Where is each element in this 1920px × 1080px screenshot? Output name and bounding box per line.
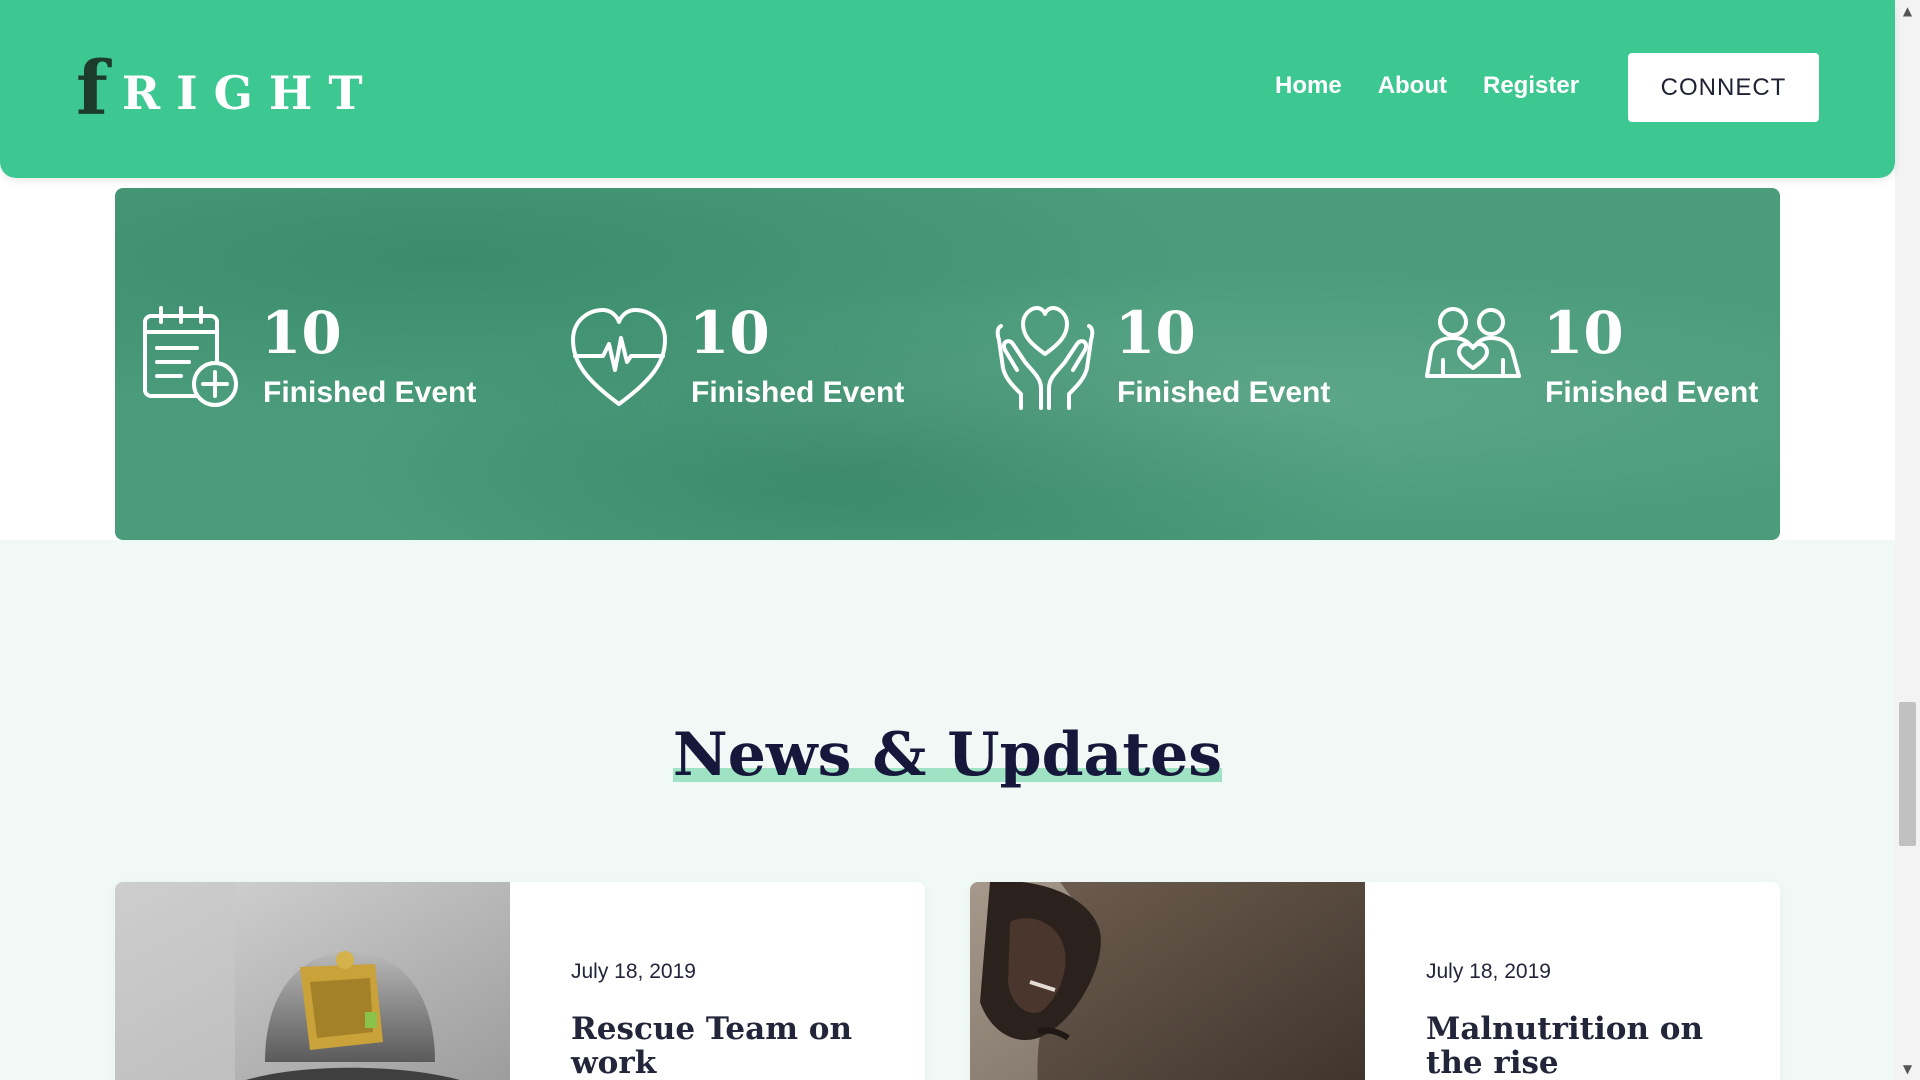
news-heading-wrap: News & Updates (0, 722, 1895, 788)
firefighter-photo[interactable] (115, 882, 510, 1080)
stat-label: Finished Event (263, 376, 477, 409)
stat-value: 10 (1543, 299, 1624, 367)
stat-value: 10 (1115, 299, 1196, 367)
nav-home-link[interactable]: Home (1275, 72, 1342, 100)
news-date: July 18, 2019 (1426, 960, 1551, 983)
site-logo[interactable]: f RIGHT (76, 52, 379, 126)
calendar-add-icon (143, 306, 238, 407)
scroll-up-arrow-icon[interactable]: ▲ (1895, 0, 1920, 22)
scroll-down-arrow-icon[interactable]: ▼ (1895, 1058, 1920, 1080)
logo-text: RIGHT (121, 66, 379, 120)
stat-label: Finished Event (691, 376, 905, 409)
stat-item: 10 Finished Event (543, 304, 943, 424)
connect-button[interactable]: CONNECT (1628, 53, 1819, 122)
news-title[interactable]: Malnutrition on the rise (1426, 1012, 1736, 1080)
stats-band: 10 Finished Event 10 Finished Event 10 F… (115, 188, 1780, 540)
firefighter-photo-art (115, 882, 510, 1080)
page-scrollbar[interactable]: ▲ ▼ (1895, 0, 1920, 1080)
scroll-thumb[interactable] (1899, 702, 1916, 846)
stat-label: Finished Event (1117, 376, 1331, 409)
people-heart-icon (1425, 307, 1521, 378)
site-header: f RIGHT Home About Register CONNECT (0, 0, 1895, 178)
stat-item: 10 Finished Event (115, 304, 515, 424)
person-hood-photo[interactable] (970, 882, 1365, 1080)
stat-value: 10 (261, 299, 342, 367)
news-card[interactable]: July 18, 2019 Rescue Team on work (115, 882, 925, 1080)
main-nav: Home About Register (1275, 72, 1579, 100)
page: f RIGHT Home About Register CONNECT 10 F… (0, 0, 1920, 1080)
stat-label: Finished Event (1545, 376, 1759, 409)
stat-item: 10 Finished Event (1397, 304, 1780, 424)
nav-about-link[interactable]: About (1378, 72, 1447, 100)
news-section: News & Updates July 18, 2019 Rescue Team… (0, 540, 1895, 1080)
person-hood-photo-art (970, 882, 1365, 1080)
logo-mark: f (76, 46, 108, 132)
stat-item: 10 Finished Event (969, 304, 1369, 424)
news-date: July 18, 2019 (571, 960, 696, 983)
nav-register-link[interactable]: Register (1483, 72, 1579, 100)
news-title[interactable]: Rescue Team on work (571, 1012, 881, 1080)
heartbeat-icon (571, 308, 667, 406)
stat-value: 10 (689, 299, 770, 367)
news-card[interactable]: July 18, 2019 Malnutrition on the rise (970, 882, 1780, 1080)
hands-heart-icon (995, 306, 1095, 410)
news-heading: News & Updates (672, 720, 1223, 790)
